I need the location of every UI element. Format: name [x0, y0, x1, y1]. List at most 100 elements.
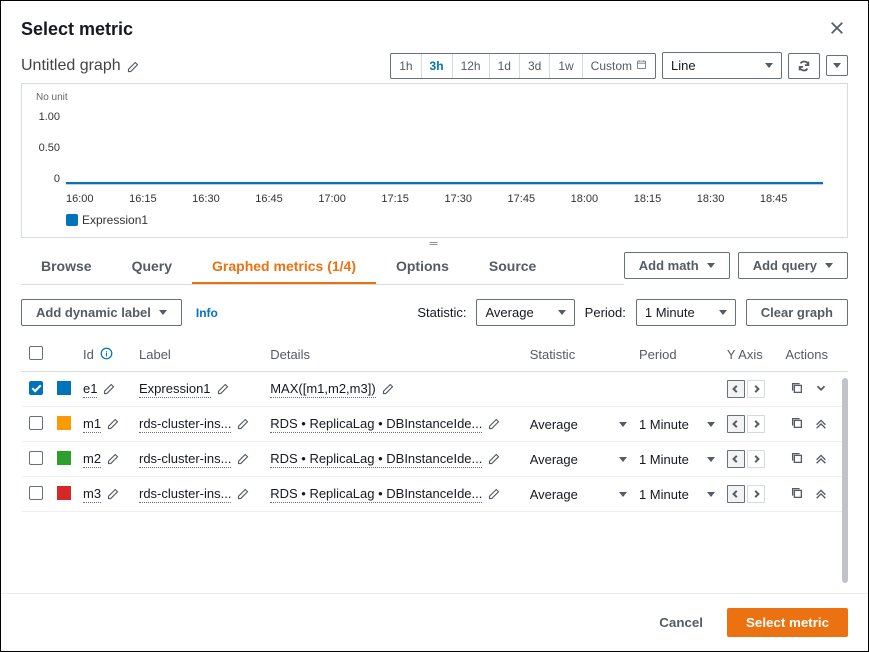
- row-label[interactable]: rds-cluster-ins...: [139, 486, 231, 503]
- refresh-button[interactable]: [788, 53, 820, 79]
- time-3h[interactable]: 3h: [422, 54, 453, 78]
- tab-graphed-metrics[interactable]: Graphed metrics (1/4): [192, 248, 376, 284]
- row-checkbox[interactable]: [29, 381, 43, 395]
- caret-down-icon: [619, 457, 627, 462]
- row-details[interactable]: RDS • ReplicaLag • DBInstanceIde...: [270, 486, 482, 503]
- graph-type-select[interactable]: Line: [662, 52, 782, 79]
- time-custom[interactable]: Custom: [583, 54, 655, 78]
- tab-source[interactable]: Source: [469, 248, 556, 284]
- pencil-icon: [103, 383, 115, 395]
- duplicate-icon[interactable]: [790, 416, 804, 433]
- yaxis-right[interactable]: [747, 450, 765, 468]
- y-axis-label: No unit: [32, 92, 823, 103]
- pencil-icon: [488, 418, 500, 430]
- table-row: m3 rds-cluster-ins... RDS • ReplicaLag • D…: [21, 477, 848, 512]
- refresh-icon: [797, 59, 811, 73]
- row-period[interactable]: 1 Minute: [639, 487, 715, 502]
- add-query-button[interactable]: Add query: [738, 252, 848, 279]
- add-dynamic-label-button[interactable]: Add dynamic label: [21, 299, 182, 326]
- time-range-selector: 1h 3h 12h 1d 3d 1w Custom: [390, 53, 656, 79]
- caret-down-icon: [833, 63, 841, 68]
- yaxis-right[interactable]: [747, 380, 765, 398]
- tab-browse[interactable]: Browse: [21, 248, 112, 284]
- time-1w[interactable]: 1w: [550, 54, 582, 78]
- select-metric-button[interactable]: Select metric: [727, 608, 848, 637]
- statistic-select[interactable]: Average: [476, 299, 574, 326]
- refresh-options-button[interactable]: [826, 55, 848, 76]
- pencil-icon: [382, 383, 394, 395]
- row-statistic[interactable]: Average: [530, 487, 627, 502]
- table-row: m2 rds-cluster-ins... RDS • ReplicaLag • D…: [21, 442, 848, 477]
- yaxis-left[interactable]: [727, 380, 745, 398]
- yaxis-left[interactable]: [727, 485, 745, 503]
- row-details[interactable]: RDS • ReplicaLag • DBInstanceIde...: [270, 451, 482, 468]
- color-swatch[interactable]: [57, 381, 71, 395]
- caret-down-icon: [619, 492, 627, 497]
- caret-down-icon: [707, 492, 715, 497]
- row-checkbox[interactable]: [29, 486, 43, 500]
- row-label[interactable]: rds-cluster-ins...: [139, 451, 231, 468]
- collapse-icon[interactable]: [814, 486, 828, 503]
- tab-options[interactable]: Options: [376, 248, 469, 284]
- row-label[interactable]: Expression1: [139, 381, 211, 398]
- tabs: Browse Query Graphed metrics (1/4) Optio…: [21, 248, 624, 285]
- row-id[interactable]: m3: [83, 486, 101, 503]
- yaxis-right[interactable]: [747, 485, 765, 503]
- select-all-checkbox[interactable]: [29, 346, 43, 360]
- caret-down-icon: [707, 422, 715, 427]
- time-1d[interactable]: 1d: [490, 54, 520, 78]
- pencil-icon: [107, 488, 119, 500]
- metrics-table: Idi Label Details Statistic Period Y Axi…: [21, 338, 848, 512]
- duplicate-icon[interactable]: [790, 486, 804, 503]
- duplicate-icon[interactable]: [790, 451, 804, 468]
- close-icon: [830, 21, 844, 35]
- row-details[interactable]: MAX([m1,m2,m3]): [270, 381, 375, 398]
- color-swatch[interactable]: [57, 486, 71, 500]
- caret-down-icon: [719, 310, 727, 315]
- color-swatch[interactable]: [57, 451, 71, 465]
- chart-plot[interactable]: [66, 103, 823, 185]
- row-details[interactable]: RDS • ReplicaLag • DBInstanceIde...: [270, 416, 482, 433]
- table-row: e1 Expression1 MAX([m1,m2,m3]): [21, 372, 848, 407]
- collapse-icon[interactable]: [814, 451, 828, 468]
- time-3d[interactable]: 3d: [520, 54, 550, 78]
- caret-down-icon: [558, 310, 566, 315]
- legend-label[interactable]: Expression1: [82, 213, 148, 227]
- row-checkbox[interactable]: [29, 451, 43, 465]
- drag-handle[interactable]: ═: [21, 238, 848, 248]
- series-line: [66, 182, 823, 184]
- row-id[interactable]: e1: [83, 381, 97, 398]
- clear-graph-button[interactable]: Clear graph: [746, 299, 848, 326]
- row-label[interactable]: rds-cluster-ins...: [139, 416, 231, 433]
- collapse-icon[interactable]: [814, 381, 828, 398]
- scrollbar[interactable]: [842, 378, 848, 583]
- tab-query[interactable]: Query: [112, 248, 192, 284]
- row-statistic[interactable]: Average: [530, 452, 627, 467]
- caret-down-icon: [159, 310, 167, 315]
- row-period[interactable]: 1 Minute: [639, 417, 715, 432]
- row-checkbox[interactable]: [29, 416, 43, 430]
- cancel-button[interactable]: Cancel: [645, 608, 717, 637]
- row-id[interactable]: m2: [83, 451, 101, 468]
- time-12h[interactable]: 12h: [453, 54, 490, 78]
- yaxis-left[interactable]: [727, 415, 745, 433]
- color-swatch[interactable]: [57, 416, 71, 430]
- period-select[interactable]: 1 Minute: [636, 299, 736, 326]
- graph-title[interactable]: Untitled graph: [21, 57, 139, 75]
- row-statistic[interactable]: Average: [530, 417, 627, 432]
- pencil-icon: [107, 453, 119, 465]
- pencil-icon: [488, 488, 500, 500]
- info-icon[interactable]: i: [100, 347, 113, 363]
- row-period[interactable]: 1 Minute: [639, 452, 715, 467]
- info-link[interactable]: Info: [196, 306, 218, 320]
- yaxis-left[interactable]: [727, 450, 745, 468]
- pencil-icon: [127, 60, 139, 72]
- duplicate-icon[interactable]: [790, 381, 804, 398]
- close-button[interactable]: [826, 17, 848, 42]
- pencil-icon: [107, 418, 119, 430]
- time-1h[interactable]: 1h: [391, 54, 421, 78]
- collapse-icon[interactable]: [814, 416, 828, 433]
- yaxis-right[interactable]: [747, 415, 765, 433]
- row-id[interactable]: m1: [83, 416, 101, 433]
- add-math-button[interactable]: Add math: [624, 252, 730, 279]
